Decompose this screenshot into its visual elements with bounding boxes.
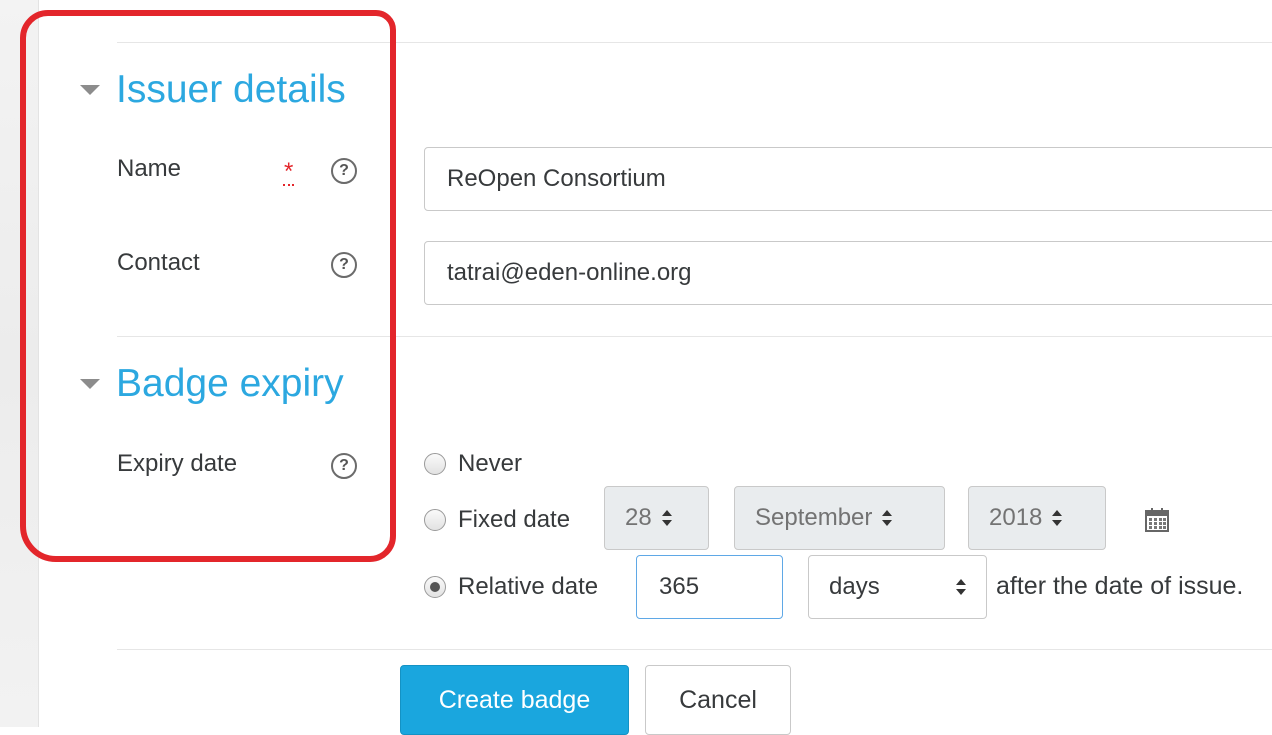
relative-unit-value: days: [829, 573, 880, 600]
radio-never[interactable]: [424, 453, 446, 475]
radio-fixed-date-label: Fixed date: [458, 506, 571, 533]
expiry-option-never[interactable]: Never: [424, 450, 522, 478]
question-circle-icon[interactable]: ?: [331, 252, 357, 278]
caret-down-icon: [80, 84, 100, 95]
radio-relative-date[interactable]: [424, 576, 446, 598]
sort-arrows-icon: [1052, 510, 1063, 526]
fixed-day-select[interactable]: 28: [604, 486, 709, 550]
sort-arrows-icon: [882, 510, 893, 526]
caret-down-icon: [80, 378, 100, 389]
name-label: Name: [117, 155, 182, 182]
create-badge-button[interactable]: Create badge: [400, 665, 629, 735]
contact-input[interactable]: [424, 241, 1272, 305]
fixed-year-value: 2018: [989, 504, 1043, 531]
radio-never-label: Never: [458, 450, 523, 477]
section-toggle-badge-expiry[interactable]: Badge expiry: [80, 364, 344, 403]
expiry-date-label: Expiry date: [117, 450, 238, 477]
section-title-issuer-details: Issuer details: [116, 68, 346, 111]
fixed-day-value: 28: [625, 504, 652, 531]
question-circle-icon[interactable]: ?: [331, 453, 357, 479]
sort-arrows-icon: [956, 579, 966, 595]
expiry-option-relative[interactable]: Relative date: [424, 573, 598, 601]
fixed-year-select[interactable]: 2018: [968, 486, 1106, 550]
name-input[interactable]: [424, 147, 1272, 211]
relative-suffix-text: after the date of issue.: [996, 572, 1244, 600]
relative-value-input[interactable]: [636, 555, 783, 619]
section-toggle-issuer-details[interactable]: Issuer details: [80, 70, 346, 109]
radio-fixed-date[interactable]: [424, 509, 446, 531]
expiry-option-fixed[interactable]: Fixed date: [424, 506, 570, 534]
question-circle-icon[interactable]: ?: [331, 158, 357, 184]
sort-arrows-icon: [661, 510, 672, 526]
asterisk-icon: *: [283, 158, 295, 186]
left-gutter: [0, 0, 39, 727]
contact-label: Contact: [117, 249, 200, 276]
divider-bottom: [117, 649, 1272, 650]
divider-middle: [117, 336, 1272, 337]
section-title-badge-expiry: Badge expiry: [116, 362, 344, 405]
relative-unit-select[interactable]: days: [808, 555, 987, 619]
fixed-month-value: September: [755, 504, 873, 531]
divider-top: [117, 42, 1272, 43]
fixed-month-select[interactable]: September: [734, 486, 945, 550]
calendar-icon[interactable]: [1143, 506, 1171, 534]
cancel-button[interactable]: Cancel: [645, 665, 791, 735]
radio-relative-date-label: Relative date: [458, 573, 599, 600]
